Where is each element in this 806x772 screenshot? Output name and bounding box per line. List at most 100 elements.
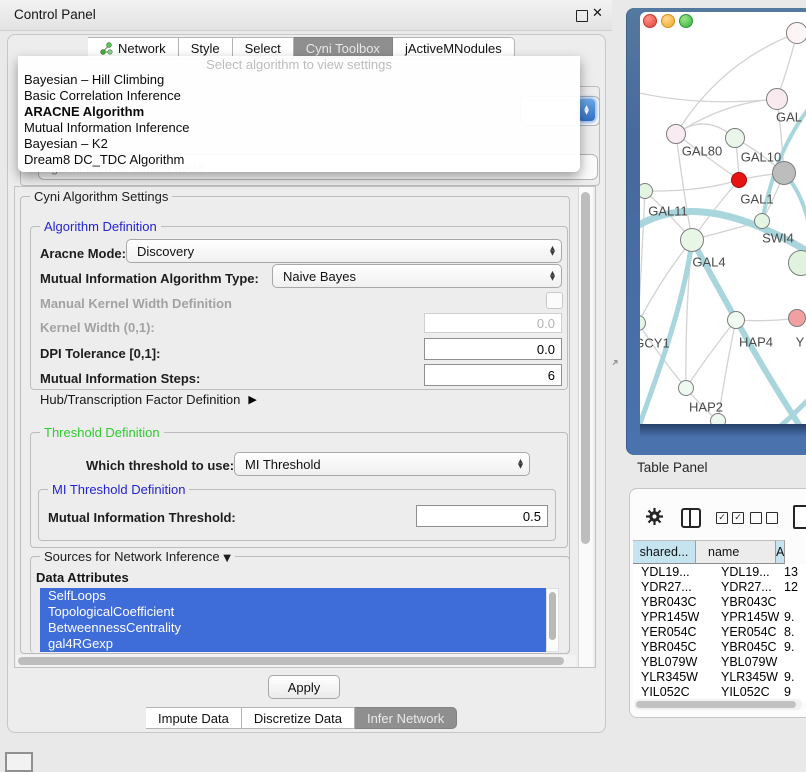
mi-threshold-field[interactable]: 0.5 bbox=[416, 505, 548, 527]
algorithm-option[interactable]: Dream8 DC_TDC Algorithm bbox=[18, 152, 580, 168]
hide-columns-icon[interactable] bbox=[750, 512, 778, 524]
scrollbar-thumb[interactable] bbox=[636, 701, 796, 708]
gear-icon[interactable] bbox=[645, 507, 664, 531]
dock-panel-icon[interactable] bbox=[5, 752, 33, 772]
close-panel-icon[interactable]: ✕ bbox=[592, 6, 603, 21]
export-table-icon[interactable] bbox=[793, 505, 806, 529]
table-column-header[interactable]: shared... bbox=[633, 540, 696, 564]
cell-shared-name: YBR043C bbox=[633, 594, 717, 609]
table-row[interactable]: YDL19... YDL19... 13 bbox=[633, 564, 806, 579]
table-row[interactable]: YBR045C YBR045C 9. bbox=[633, 639, 806, 654]
table-column-header[interactable]: A bbox=[776, 540, 785, 564]
tab-label: jActiveMNodules bbox=[405, 41, 502, 56]
cell-value: 9. bbox=[780, 639, 806, 654]
network-edge[interactable] bbox=[645, 180, 739, 191]
data-attribute-item[interactable]: SelfLoops bbox=[40, 588, 546, 604]
aracne-mode-combobox[interactable]: Discovery ▲▼ bbox=[126, 239, 562, 263]
network-icon bbox=[100, 42, 113, 55]
collapse-arrow-icon[interactable]: ▶ bbox=[248, 393, 256, 406]
window-zoom-icon[interactable] bbox=[679, 14, 693, 28]
table-row[interactable]: YBR043C YBR043C bbox=[633, 594, 806, 609]
table-row[interactable]: YPR145W YPR145W 9. bbox=[633, 609, 806, 624]
network-node[interactable] bbox=[766, 88, 788, 110]
algorithm-option-label: Bayesian – Hill Climbing bbox=[24, 72, 164, 87]
cell-name: YBR045C bbox=[717, 639, 780, 654]
settings-vertical-scrollbar[interactable] bbox=[578, 187, 593, 667]
table-row[interactable]: YLR345W YLR345W 9. bbox=[633, 669, 806, 684]
algorithm-option[interactable]: ARACNE Algorithm bbox=[18, 104, 580, 120]
cell-name: YDR27... bbox=[717, 579, 780, 594]
combo-arrows-icon: ▲▼ bbox=[550, 271, 561, 282]
panel-resize-arrow-icon[interactable]: ➜ bbox=[610, 357, 622, 369]
manual-kernel-checkbox[interactable] bbox=[546, 292, 563, 309]
network-node[interactable] bbox=[666, 124, 686, 144]
column-header-label: A bbox=[776, 545, 784, 559]
apply-button[interactable]: Apply bbox=[268, 675, 340, 699]
kernel-width-field[interactable]: 0.0 bbox=[424, 313, 562, 333]
network-edge[interactable] bbox=[640, 92, 777, 102]
scrollbar-thumb[interactable] bbox=[581, 192, 590, 544]
network-node[interactable] bbox=[786, 22, 806, 44]
table-body: YDL19... YDL19... 13 YDR27... YDR27... 1… bbox=[633, 564, 806, 698]
algorithm-option-label: Bayesian – K2 bbox=[24, 136, 108, 151]
float-panel-icon[interactable] bbox=[576, 10, 588, 22]
network-edge[interactable] bbox=[640, 240, 692, 424]
algorithm-option[interactable]: Mutual Information Inference bbox=[18, 120, 580, 136]
network-node[interactable] bbox=[680, 228, 704, 252]
algorithm-option[interactable]: Bayesian – Hill Climbing bbox=[18, 72, 580, 88]
table-horizontal-scrollbar[interactable] bbox=[634, 699, 802, 710]
node-label: HAP4 bbox=[739, 335, 773, 350]
checked-box-icon: ✓ bbox=[732, 512, 744, 524]
attributes-list-scrollbar[interactable] bbox=[546, 588, 559, 652]
network-node[interactable] bbox=[727, 311, 745, 329]
network-node[interactable] bbox=[788, 309, 806, 327]
tab[interactable]: Infer Network bbox=[355, 707, 457, 729]
network-canvas[interactable]: GALGAL80GAL10GAL1GAL11SWI4GAL4GCY1HAP4YH… bbox=[640, 12, 806, 424]
which-threshold-label: Which threshold to use: bbox=[86, 458, 234, 473]
data-attributes-label: Data Attributes bbox=[36, 570, 129, 585]
network-edge[interactable] bbox=[686, 320, 736, 388]
hub-definition-section[interactable]: Hub/Transcription Factor Definition ▶ bbox=[40, 392, 257, 407]
node-label: GAL11 bbox=[648, 204, 688, 219]
network-edge[interactable] bbox=[640, 191, 645, 323]
tab-label: Select bbox=[245, 41, 281, 56]
tab[interactable]: Discretize Data bbox=[242, 707, 355, 729]
combo-spinner-focused-icon[interactable]: ▲▼ bbox=[578, 99, 595, 121]
scrollbar-thumb[interactable] bbox=[18, 657, 564, 665]
aracne-mode-label: Aracne Mode: bbox=[40, 246, 126, 261]
kernel-width-label: Kernel Width (0,1): bbox=[40, 320, 155, 335]
data-attribute-item[interactable]: gal4RGexp bbox=[40, 636, 546, 652]
data-attribute-item[interactable]: TopologicalCoefficient bbox=[40, 604, 546, 620]
algorithm-option[interactable]: Bayesian – K2 bbox=[18, 136, 580, 152]
dpi-tolerance-field[interactable]: 0.0 bbox=[424, 338, 562, 360]
network-node[interactable] bbox=[772, 161, 796, 185]
network-node[interactable] bbox=[710, 413, 726, 424]
split-view-icon[interactable] bbox=[681, 508, 701, 528]
network-node[interactable] bbox=[725, 128, 745, 148]
mi-type-combobox[interactable]: Naive Bayes ▲▼ bbox=[272, 264, 562, 288]
algorithm-option[interactable]: Basic Correlation Inference bbox=[18, 88, 580, 104]
network-node[interactable] bbox=[754, 213, 770, 229]
table-column-header[interactable]: name bbox=[696, 540, 776, 564]
table-row[interactable]: YBL079W YBL079W bbox=[633, 654, 806, 669]
table-row[interactable]: YIL052C YIL052C 9 bbox=[633, 684, 806, 698]
tab[interactable]: Impute Data bbox=[146, 707, 242, 729]
cell-name: YDL19... bbox=[717, 564, 780, 579]
sources-group-title[interactable]: Sources for Network Inference ▼ bbox=[40, 549, 235, 564]
table-row[interactable]: YDR27... YDR27... 12 bbox=[633, 579, 806, 594]
window-close-icon[interactable] bbox=[643, 14, 657, 28]
scrollbar-thumb[interactable] bbox=[549, 592, 556, 640]
which-threshold-combobox[interactable]: MI Threshold ▲▼ bbox=[234, 452, 530, 476]
network-node[interactable] bbox=[731, 172, 747, 188]
table-row[interactable]: YER054C YER054C 8. bbox=[633, 624, 806, 639]
expand-arrow-icon[interactable]: ▼ bbox=[223, 553, 231, 564]
settings-horizontal-scrollbar[interactable] bbox=[16, 655, 576, 667]
show-columns-icon[interactable]: ✓ ✓ bbox=[716, 512, 744, 524]
data-attribute-item[interactable]: BetweennessCentrality bbox=[40, 620, 546, 636]
column-header-label: shared... bbox=[640, 545, 689, 559]
network-node[interactable] bbox=[678, 380, 694, 396]
mi-steps-field[interactable]: 6 bbox=[424, 364, 562, 386]
tab-label: Discretize Data bbox=[254, 711, 342, 726]
window-minimize-icon[interactable] bbox=[661, 14, 675, 28]
network-edge[interactable] bbox=[676, 99, 777, 134]
